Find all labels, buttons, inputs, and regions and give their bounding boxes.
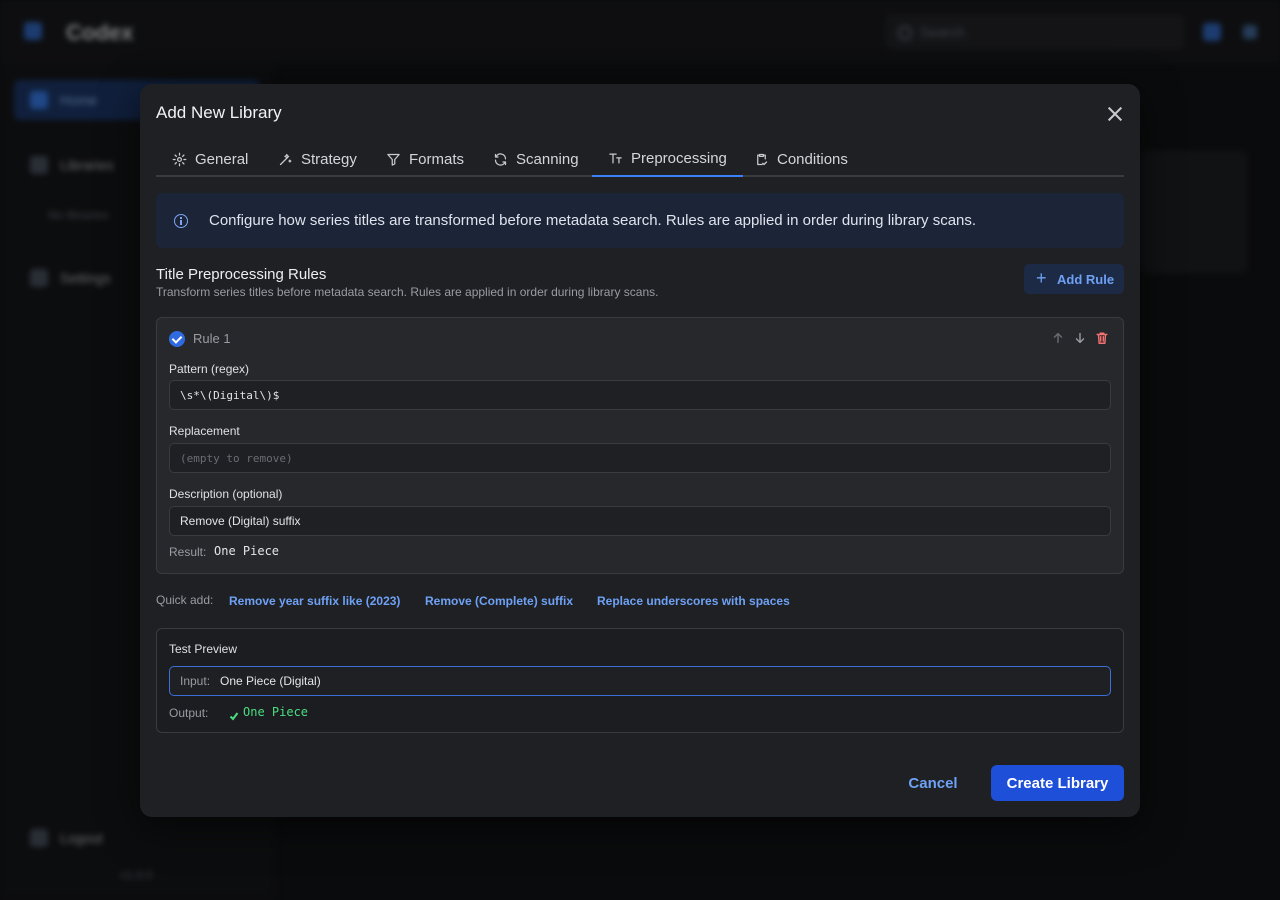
gear-icon	[172, 152, 187, 167]
modal-title: Add New Library	[156, 103, 282, 122]
text-size-icon	[609, 153, 622, 164]
tab-conditions[interactable]: Conditions	[738, 142, 864, 177]
test-preview-title: Test Preview	[169, 642, 238, 656]
quick-add-label: Quick add:	[156, 593, 214, 607]
tab-scanning[interactable]: Scanning	[477, 142, 595, 177]
result-value: One Piece	[214, 544, 280, 558]
tab-label: Formats	[409, 151, 465, 168]
test-preview-card: Test Preview Input: Output: One Piece	[156, 628, 1124, 733]
tab-bar: General Strategy Formats Scanning Prepro…	[156, 142, 1124, 177]
move-down-icon[interactable]	[1073, 331, 1087, 345]
section-description: Transform series titles before metadata …	[156, 285, 659, 299]
quick-add-complete-suffix[interactable]: Remove (Complete) suffix	[425, 594, 573, 608]
rule-label: Rule 1	[193, 331, 231, 346]
tab-general[interactable]: General	[156, 142, 264, 177]
create-library-button[interactable]: Create Library	[991, 765, 1124, 801]
info-alert: Configure how series titles are transfor…	[156, 193, 1124, 248]
add-rule-label: Add Rule	[1057, 271, 1115, 287]
output-value: One Piece	[243, 705, 309, 719]
pattern-input[interactable]	[169, 380, 1111, 410]
rule-card: Rule 1 Pattern (regex) Replacement Descr…	[156, 317, 1124, 574]
replacement-label: Replacement	[169, 424, 240, 438]
cancel-button[interactable]: Cancel	[892, 765, 974, 801]
add-library-modal: Add New Library General Strategy Formats…	[140, 84, 1140, 817]
add-rule-button[interactable]: Add Rule	[1024, 264, 1124, 294]
info-icon	[174, 214, 188, 228]
clipboard-check-icon	[757, 153, 768, 166]
filter-icon	[387, 153, 400, 166]
description-input[interactable]	[169, 506, 1111, 536]
info-text: Configure how series titles are transfor…	[209, 212, 977, 229]
result-label: Result:	[169, 545, 207, 559]
refresh-icon	[494, 153, 507, 166]
replacement-input[interactable]	[169, 443, 1111, 473]
output-label: Output:	[169, 706, 209, 720]
pattern-label: Pattern (regex)	[169, 362, 250, 376]
test-input[interactable]	[220, 667, 1100, 695]
rule-enabled-checkbox[interactable]	[169, 331, 185, 347]
test-input-label: Input:	[180, 674, 211, 688]
check-icon	[229, 708, 239, 721]
wand-icon	[279, 153, 292, 166]
description-label: Description (optional)	[169, 487, 283, 501]
tab-label: Conditions	[777, 151, 848, 168]
test-input-wrapper: Input:	[169, 666, 1111, 696]
tab-formats[interactable]: Formats	[370, 142, 480, 177]
tab-preprocessing[interactable]: Preprocessing	[592, 142, 743, 177]
section-title: Title Preprocessing Rules	[156, 266, 327, 283]
tab-label: Preprocessing	[631, 150, 727, 167]
tab-strategy[interactable]: Strategy	[262, 142, 373, 177]
tab-label: Strategy	[301, 151, 357, 168]
quick-add-year-suffix[interactable]: Remove year suffix like (2023)	[229, 594, 400, 608]
move-up-icon[interactable]	[1051, 331, 1065, 345]
tab-label: General	[195, 151, 249, 168]
quick-add-underscores[interactable]: Replace underscores with spaces	[597, 594, 790, 608]
trash-icon[interactable]	[1095, 331, 1109, 345]
close-icon[interactable]	[1104, 103, 1126, 125]
tab-label: Scanning	[516, 151, 579, 168]
